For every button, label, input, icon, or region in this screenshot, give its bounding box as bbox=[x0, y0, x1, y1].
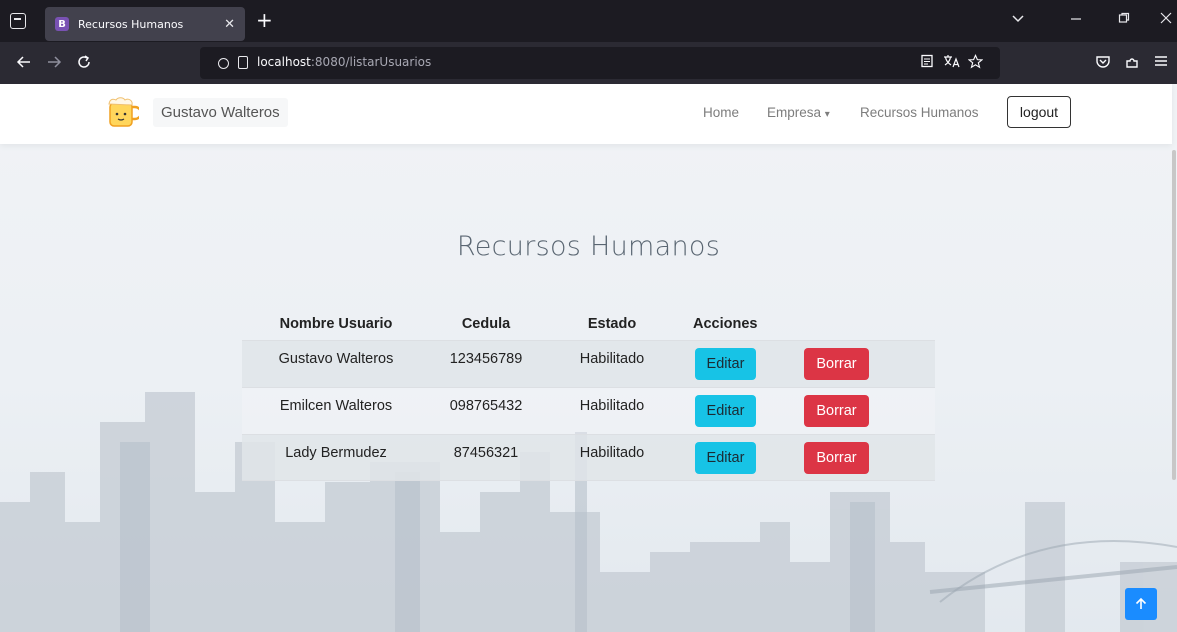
delete-button[interactable]: Borrar bbox=[804, 442, 869, 474]
column-header-cedula: Cedula bbox=[461, 316, 511, 332]
url-path: :8080/listarUsuarios bbox=[310, 55, 432, 69]
delete-button[interactable]: Borrar bbox=[804, 395, 869, 427]
brand[interactable]: Gustavo Walteros bbox=[105, 95, 288, 129]
column-header-nombre: Nombre Usuario bbox=[279, 316, 393, 332]
close-window-icon[interactable] bbox=[1160, 12, 1172, 28]
table-row: Gustavo Walteros 123456789 Habilitado Ed… bbox=[242, 340, 935, 387]
pocket-icon[interactable] bbox=[1095, 54, 1111, 73]
cell-cedula: 123456789 bbox=[449, 351, 523, 367]
cell-nombre: Emilcen Walteros bbox=[279, 398, 393, 414]
column-header-acciones: Acciones bbox=[693, 316, 758, 332]
forward-icon[interactable] bbox=[46, 54, 62, 73]
back-icon[interactable] bbox=[16, 54, 32, 73]
page-viewport: Gustavo Walteros Home Empresa ▾ Recursos… bbox=[0, 84, 1177, 632]
nav-link-home[interactable]: Home bbox=[703, 105, 739, 120]
tracking-protection-icon[interactable] bbox=[218, 58, 229, 69]
brand-name: Gustavo Walteros bbox=[153, 97, 288, 127]
table-header: Nombre Usuario Cedula Estado Acciones bbox=[242, 300, 935, 340]
edit-button[interactable]: Editar bbox=[695, 348, 756, 380]
edit-button[interactable]: Editar bbox=[695, 442, 756, 474]
page-info-icon[interactable] bbox=[238, 56, 248, 69]
caret-down-icon: ▾ bbox=[824, 109, 830, 120]
cell-nombre: Lady Bermudez bbox=[285, 445, 387, 461]
list-all-tabs-icon[interactable] bbox=[1012, 12, 1024, 27]
nav-link-recursos-humanos[interactable]: Recursos Humanos bbox=[860, 105, 979, 120]
url-text[interactable]: localhost:8080/listarUsuarios bbox=[257, 55, 431, 69]
cell-estado: Habilitado bbox=[579, 351, 645, 367]
cell-cedula: 098765432 bbox=[449, 398, 523, 414]
delete-button[interactable]: Borrar bbox=[804, 348, 869, 380]
edit-button[interactable]: Editar bbox=[695, 395, 756, 427]
page-title: Recursos Humanos bbox=[456, 231, 721, 262]
reload-icon[interactable] bbox=[76, 54, 92, 73]
users-table: Nombre Usuario Cedula Estado Acciones Gu… bbox=[242, 300, 935, 481]
scroll-to-top-button[interactable] bbox=[1125, 588, 1157, 620]
beer-mug-logo-icon bbox=[108, 97, 139, 127]
translate-icon[interactable] bbox=[943, 54, 961, 72]
logout-button[interactable]: logout bbox=[1007, 96, 1071, 128]
scrollbar-thumb[interactable] bbox=[1172, 150, 1176, 480]
cell-estado: Habilitado bbox=[579, 398, 645, 414]
column-header-estado: Estado bbox=[587, 316, 637, 332]
restore-icon[interactable] bbox=[1118, 12, 1130, 28]
browser-tab[interactable]: B Recursos Humanos ✕ bbox=[45, 7, 245, 41]
table-row: Lady Bermudez 87456321 Habilitado Editar… bbox=[242, 434, 935, 481]
minimize-icon[interactable] bbox=[1070, 12, 1082, 27]
nav-dropdown-empresa[interactable]: Empresa ▾ bbox=[767, 105, 830, 120]
url-host: localhost bbox=[257, 55, 311, 69]
new-tab-icon[interactable]: + bbox=[256, 10, 273, 30]
tab-title: Recursos Humanos bbox=[78, 17, 184, 31]
bookmark-star-icon[interactable] bbox=[967, 54, 984, 73]
reader-view-icon[interactable] bbox=[920, 54, 934, 72]
cell-cedula: 87456321 bbox=[453, 445, 519, 461]
nav-link-empresa-label: Empresa bbox=[767, 105, 822, 120]
tab-list-icon[interactable] bbox=[10, 13, 26, 29]
menu-icon[interactable] bbox=[1154, 54, 1168, 71]
site-navbar: Gustavo Walteros Home Empresa ▾ Recursos… bbox=[0, 84, 1172, 144]
table-row: Emilcen Walteros 098765432 Habilitado Ed… bbox=[242, 387, 935, 434]
cell-estado: Habilitado bbox=[579, 445, 645, 461]
page-scrollbar[interactable] bbox=[1171, 84, 1177, 632]
tab-favicon-icon: B bbox=[55, 17, 69, 31]
browser-tab-bar: B Recursos Humanos ✕ + bbox=[0, 0, 1177, 42]
tab-close-icon[interactable]: ✕ bbox=[224, 17, 235, 32]
extensions-icon[interactable] bbox=[1124, 54, 1140, 73]
arrow-up-icon bbox=[1135, 597, 1147, 609]
cell-nombre: Gustavo Walteros bbox=[278, 351, 394, 367]
